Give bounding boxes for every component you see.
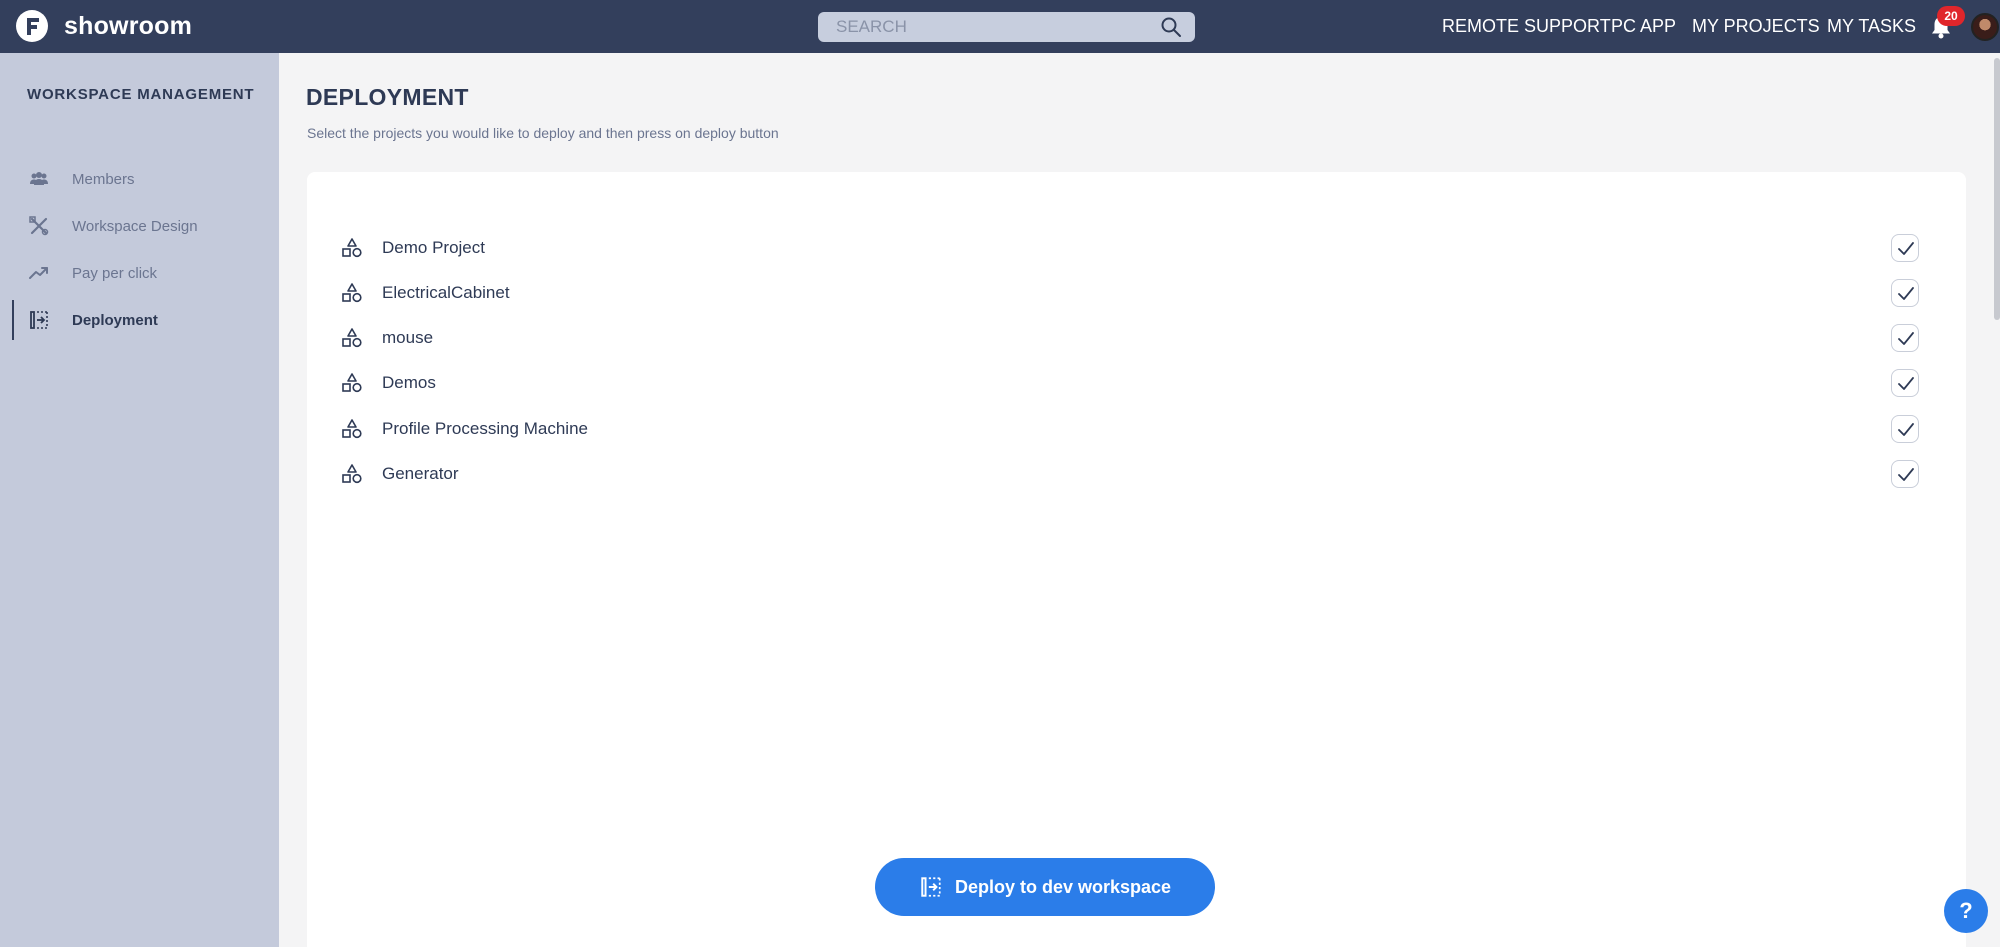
page-subtitle: Select the projects you would like to de… <box>307 125 779 141</box>
deploy-icon <box>921 877 941 897</box>
check-icon <box>1898 242 1914 255</box>
list-item[interactable]: Demo Project <box>307 225 1966 270</box>
list-item[interactable]: Profile Processing Machine <box>307 406 1966 451</box>
check-icon <box>1898 423 1914 436</box>
check-icon <box>1898 287 1914 300</box>
nav-pc-app[interactable]: PC APP <box>1611 16 1676 37</box>
shapes-icon <box>342 419 362 439</box>
list-item[interactable]: ElectricalCabinet <box>307 270 1966 315</box>
shapes-icon <box>342 283 362 303</box>
sidebar-item-label: Workspace Design <box>72 217 198 235</box>
shapes-icon <box>342 373 362 393</box>
notification-badge: 20 <box>1937 6 1965 26</box>
project-name: mouse <box>382 328 434 347</box>
sidebar-item-label: Deployment <box>72 311 158 329</box>
showroom-logo-icon[interactable] <box>15 9 49 43</box>
trend-up-icon <box>29 267 48 279</box>
sidebar: WORKSPACE MANAGEMENT Members Workspace D… <box>0 53 279 947</box>
project-name: Demo Project <box>382 238 485 257</box>
sidebar-item-pay-per-click[interactable]: Pay per click <box>0 253 279 293</box>
search-input[interactable] <box>836 16 1136 38</box>
check-icon <box>1898 468 1914 481</box>
check-icon <box>1898 332 1914 345</box>
project-name: Demos <box>382 373 436 392</box>
shapes-icon <box>342 238 362 258</box>
list-item[interactable]: mouse <box>307 315 1966 360</box>
project-checkbox[interactable] <box>1891 279 1919 307</box>
project-name: Generator <box>382 464 459 483</box>
sidebar-item-members[interactable]: Members <box>0 159 279 199</box>
design-tools-icon <box>29 216 49 236</box>
shapes-icon <box>342 328 362 348</box>
nav-my-tasks[interactable]: MY TASKS <box>1827 16 1916 37</box>
project-checkbox[interactable] <box>1891 460 1919 488</box>
check-icon <box>1898 377 1914 390</box>
deploy-button[interactable]: Deploy to dev workspace <box>875 858 1215 916</box>
project-checkbox[interactable] <box>1891 234 1919 262</box>
project-list-card: Demo Project ElectricalCabinet mouse Dem… <box>307 172 1966 947</box>
page-title: DEPLOYMENT <box>306 84 469 110</box>
list-item[interactable]: Generator <box>307 451 1966 496</box>
members-icon <box>30 172 48 185</box>
sidebar-item-label: Members <box>72 170 135 188</box>
sidebar-title: WORKSPACE MANAGEMENT <box>27 86 255 103</box>
help-button[interactable]: ? <box>1944 889 1988 933</box>
brand-name[interactable]: showroom <box>64 12 192 41</box>
sidebar-item-deployment[interactable]: Deployment <box>0 300 279 340</box>
list-item[interactable]: Demos <box>307 360 1966 405</box>
deploy-button-label: Deploy to dev workspace <box>954 876 1172 897</box>
nav-remote-support[interactable]: REMOTE SUPPORT <box>1442 16 1611 37</box>
sidebar-item-workspace-design[interactable]: Workspace Design <box>0 206 279 246</box>
top-bar: showroom REMOTE SUPPORT PC APP MY PROJEC… <box>0 0 2000 53</box>
search-box <box>818 12 1195 42</box>
page-scrollbar[interactable] <box>1994 58 2000 320</box>
project-checkbox[interactable] <box>1891 324 1919 352</box>
project-checkbox[interactable] <box>1891 369 1919 397</box>
project-name: ElectricalCabinet <box>382 283 510 302</box>
sidebar-item-label: Pay per click <box>72 264 158 282</box>
nav-my-projects[interactable]: MY PROJECTS <box>1692 16 1820 37</box>
project-checkbox[interactable] <box>1891 415 1919 443</box>
user-avatar[interactable] <box>1971 13 1999 41</box>
shapes-icon <box>342 464 362 484</box>
search-icon[interactable] <box>1160 16 1182 38</box>
deploy-icon <box>30 311 48 329</box>
project-name: Profile Processing Machine <box>382 419 588 438</box>
